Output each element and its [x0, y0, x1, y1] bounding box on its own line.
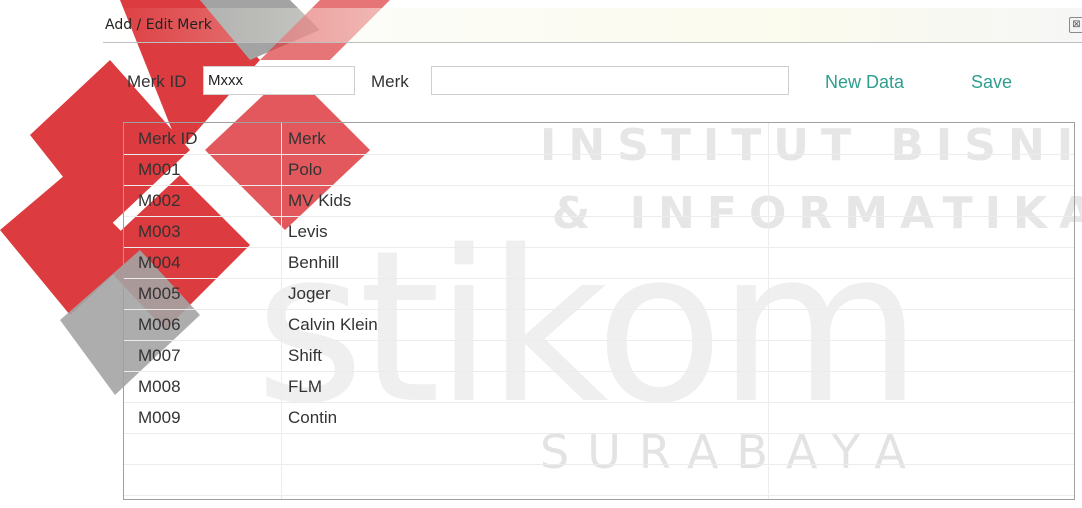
grid-header-row[interactable]: Merk ID Merk — [124, 123, 1074, 155]
table-row[interactable]: M005 Joger — [124, 278, 1074, 310]
table-row[interactable]: M007 Shift — [124, 340, 1074, 372]
cell-merk: Polo — [288, 160, 323, 179]
table-row[interactable]: M001 Polo — [124, 154, 1074, 186]
cell-merk: Benhill — [288, 253, 340, 272]
empty-row — [124, 433, 1074, 465]
close-button[interactable]: ⊠ — [1069, 17, 1082, 33]
cell-merk: FLM — [288, 377, 322, 396]
cell-merk-id: M001 — [138, 160, 181, 179]
header-merk-id: Merk ID — [138, 129, 198, 148]
cell-merk: Calvin Klein — [288, 315, 378, 334]
cell-merk-id: M003 — [138, 222, 181, 241]
cell-merk: Contin — [288, 408, 338, 427]
empty-row — [124, 464, 1074, 496]
cell-merk: Shift — [288, 346, 323, 365]
form-row: Merk ID Merk New Data Save — [103, 63, 1082, 97]
cell-merk-id: M008 — [138, 377, 181, 396]
cell-merk-id: M004 — [138, 253, 181, 272]
add-edit-merk-window: Add / Edit Merk ⊠ Merk ID Merk New Data … — [103, 8, 1082, 508]
title-bar: Add / Edit Merk ⊠ — [103, 8, 1082, 43]
table-row[interactable]: M004 Benhill — [124, 247, 1074, 279]
header-merk: Merk — [288, 129, 326, 148]
cell-merk-id: M002 — [138, 191, 181, 210]
cell-merk-id: M007 — [138, 346, 181, 365]
new-data-button[interactable]: New Data — [825, 72, 904, 93]
merk-id-input[interactable] — [203, 66, 355, 95]
merk-data-grid[interactable]: Merk ID Merk M001 Polo M002 MV Kids M003 Levis M… — [123, 122, 1075, 500]
table-row[interactable]: M009 Contin — [124, 402, 1074, 434]
table-row[interactable]: M003 Levis — [124, 216, 1074, 248]
table-row[interactable]: M008 FLM — [124, 371, 1074, 403]
merk-label: Merk — [371, 72, 409, 91]
merk-input[interactable] — [431, 66, 789, 95]
save-button[interactable]: Save — [971, 72, 1012, 93]
cell-merk: Joger — [288, 284, 331, 303]
cell-merk-id: M005 — [138, 284, 181, 303]
window-title: Add / Edit Merk — [105, 17, 212, 33]
table-row[interactable]: M002 MV Kids — [124, 185, 1074, 217]
cell-merk-id: M006 — [138, 315, 181, 334]
cell-merk-id: M009 — [138, 408, 181, 427]
cell-merk: Levis — [288, 222, 328, 241]
table-row[interactable]: M006 Calvin Klein — [124, 309, 1074, 341]
cell-merk: MV Kids — [288, 191, 352, 210]
merk-id-label: Merk ID — [127, 72, 187, 91]
